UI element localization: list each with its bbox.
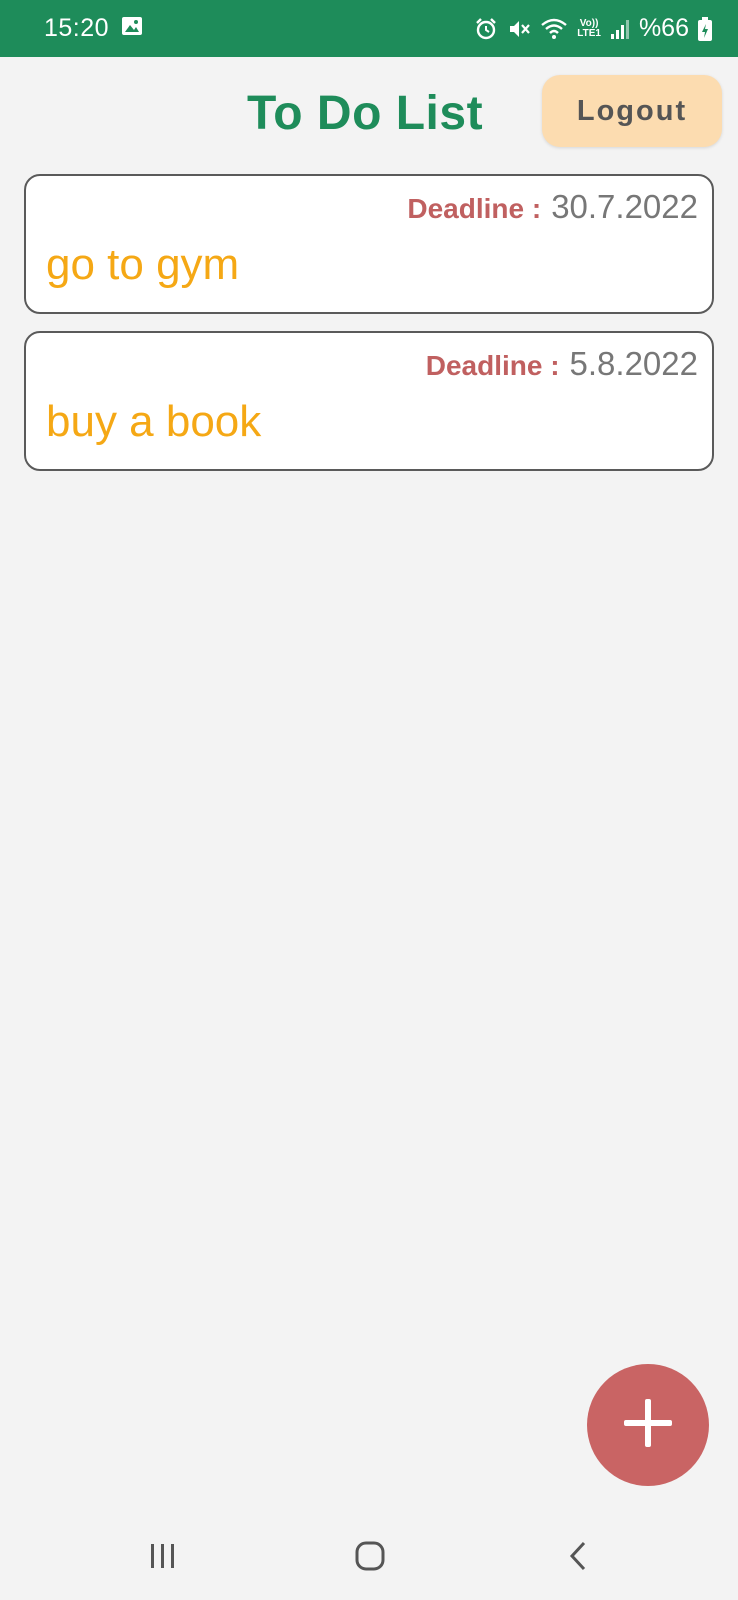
screen: 15:20 Vo)) LTE1 %66 To Do List Logout De… (0, 0, 738, 1600)
task-card[interactable]: Deadline : 5.8.2022 buy a book (24, 331, 714, 471)
deadline-label: Deadline : (407, 193, 542, 224)
status-time: 15:20 (44, 14, 110, 42)
task-card[interactable]: Deadline : 30.7.2022 go to gym (24, 174, 714, 314)
recent-apps-button[interactable] (143, 1540, 183, 1576)
deadline-row: Deadline : 30.7.2022 (407, 188, 698, 226)
signal-icon (610, 18, 630, 40)
navigation-bar (0, 1514, 738, 1600)
task-title: go to gym (46, 240, 240, 289)
gallery-icon (121, 16, 143, 41)
wifi-icon (540, 17, 568, 41)
alarm-icon (474, 17, 498, 41)
deadline-value: 5.8.2022 (569, 345, 698, 382)
deadline-label: Deadline : (425, 350, 560, 381)
battery-icon (698, 16, 712, 41)
deadline-value: 30.7.2022 (551, 188, 698, 225)
battery-text: %66 (638, 14, 689, 42)
plus-icon (620, 1395, 676, 1456)
logout-button[interactable]: Logout (542, 75, 722, 147)
status-bar: 15:20 Vo)) LTE1 %66 (0, 0, 738, 57)
app-header: To Do List Logout (0, 57, 738, 167)
page-title: To Do List (247, 87, 484, 140)
back-icon (566, 1540, 590, 1577)
mute-icon (507, 17, 531, 41)
add-task-button[interactable] (587, 1364, 709, 1486)
recent-apps-icon (148, 1542, 178, 1575)
deadline-row: Deadline : 5.8.2022 (426, 345, 698, 383)
home-button[interactable] (350, 1540, 390, 1576)
task-list: Deadline : 30.7.2022 go to gym Deadline … (24, 174, 714, 488)
back-button[interactable] (558, 1540, 598, 1576)
network-label-bottom: LTE1 (577, 27, 601, 39)
home-icon (354, 1540, 386, 1577)
network-label: Vo)) LTE1 (577, 18, 601, 39)
task-title: buy a book (46, 397, 262, 446)
